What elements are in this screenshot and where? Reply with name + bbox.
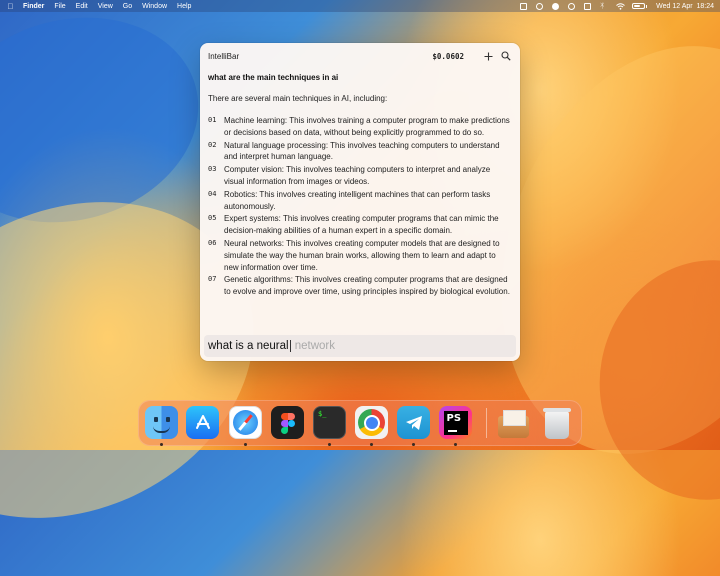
circle-icon[interactable]	[568, 2, 576, 10]
list-item: 02 Natural language processing: This invo…	[208, 140, 500, 162]
terminal-icon[interactable]: $_	[313, 406, 346, 439]
prompt-input[interactable]: what is a neural network	[204, 335, 516, 357]
battery-icon[interactable]	[632, 3, 648, 9]
intellibar-window: IntelliBar $0.0602 what are the main tec…	[200, 43, 520, 361]
dock: $_ PS	[138, 400, 582, 446]
downloads-stack-icon[interactable]	[497, 406, 530, 439]
list-item: 03 Computer vision: This involves teachin…	[208, 165, 491, 186]
wifi-icon[interactable]	[616, 2, 625, 10]
search-icon[interactable]	[500, 50, 512, 62]
wallpaper-sweep	[580, 242, 720, 518]
autocomplete-suggestion: network	[291, 340, 336, 352]
running-indicator	[454, 443, 457, 446]
menu-help[interactable]: Help	[177, 3, 191, 10]
answer-intro: There are several main techniques in AI,…	[208, 94, 388, 103]
telegram-icon[interactable]	[397, 406, 430, 439]
list-item: 04 Robotics: This involves creating intel…	[208, 189, 491, 211]
cost-display: $0.0602	[432, 51, 464, 61]
chrome-icon[interactable]	[355, 406, 388, 439]
trash-icon[interactable]	[540, 406, 573, 439]
figma-icon[interactable]	[271, 406, 304, 439]
window-title: IntelliBar	[208, 51, 240, 61]
running-indicator	[328, 443, 331, 446]
list-item: 06 Neural networks: This involves creatin…	[208, 238, 500, 272]
conversation: what are the main techniques in ai There…	[208, 73, 512, 299]
dropbox-icon[interactable]	[520, 2, 528, 10]
apple-logo-icon[interactable]: 	[6, 2, 15, 11]
status-area: ᛡ Wed 12 Apr 18:24	[520, 2, 714, 10]
brightness-icon[interactable]	[552, 2, 560, 10]
safari-icon[interactable]	[229, 406, 262, 439]
list-item: 07 Genetic algorithms: This involves crea…	[208, 275, 510, 297]
answer-list: 01 Machine learning: This involves traini…	[208, 115, 512, 298]
record-icon[interactable]	[536, 2, 544, 10]
battery-level	[634, 5, 641, 7]
menu-file[interactable]: File	[54, 3, 65, 10]
menu-bar:  Finder File Edit View Go Window Help ᛡ…	[0, 0, 720, 12]
list-item: 01 Machine learning: This involves traini…	[208, 116, 510, 137]
list-item: 05 Expert systems: This involves creating…	[208, 214, 499, 236]
text-caret	[289, 340, 291, 352]
window-titlebar: IntelliBar $0.0602	[200, 43, 520, 69]
dock-separator	[486, 408, 487, 438]
bluetooth-icon[interactable]: ᛡ	[600, 3, 607, 10]
plus-icon[interactable]	[482, 50, 494, 62]
menu-clock[interactable]: Wed 12 Apr 18:24	[656, 3, 714, 10]
phpstorm-icon[interactable]: PS	[439, 406, 472, 439]
app-store-icon[interactable]	[186, 406, 219, 439]
menu-view[interactable]: View	[98, 3, 113, 10]
running-indicator	[370, 443, 373, 446]
menu-edit[interactable]: Edit	[76, 3, 88, 10]
lock-icon[interactable]	[584, 2, 592, 10]
wallpaper-sweep	[0, 0, 222, 251]
running-indicator	[160, 443, 163, 446]
prompt-typed-text: what is a neural	[208, 340, 289, 352]
menu-app-name[interactable]: Finder	[23, 3, 44, 10]
finder-icon[interactable]	[145, 406, 178, 439]
running-indicator	[244, 443, 247, 446]
running-indicator	[412, 443, 415, 446]
user-question: what are the main techniques in ai	[208, 73, 339, 82]
menu-window[interactable]: Window	[142, 3, 167, 10]
menu-go[interactable]: Go	[123, 3, 132, 10]
